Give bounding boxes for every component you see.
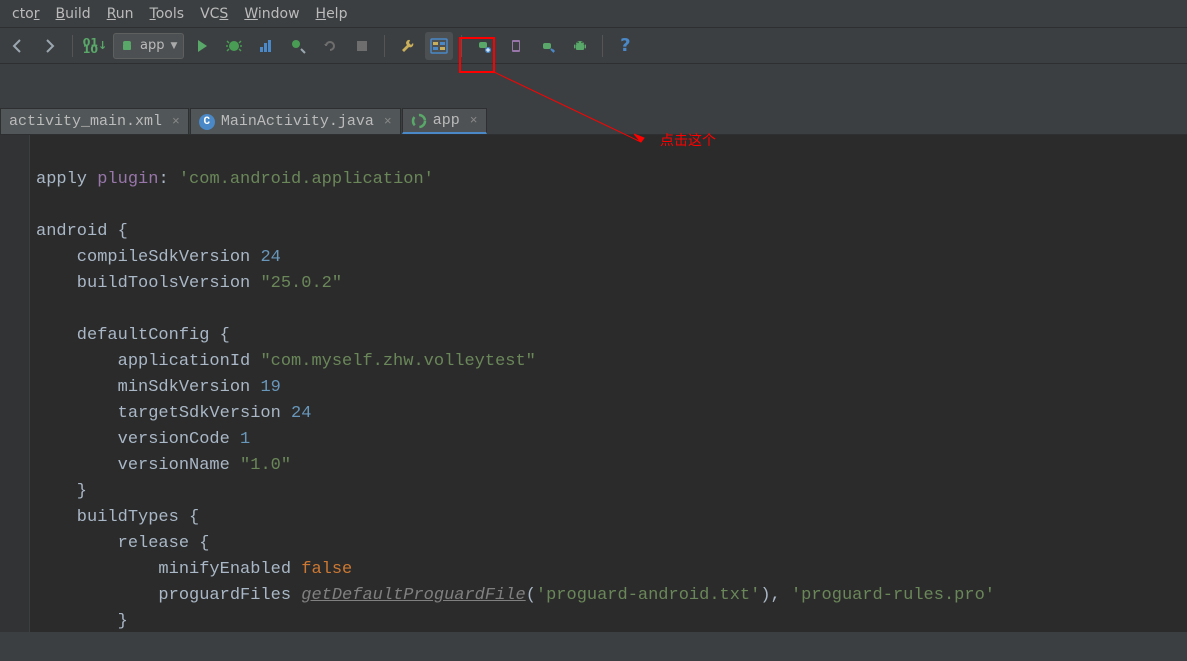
close-icon[interactable]: × bbox=[172, 114, 180, 129]
menu-help[interactable]: Help bbox=[308, 3, 356, 25]
menu-vcs[interactable]: VCS bbox=[192, 3, 236, 25]
forward-button[interactable] bbox=[36, 32, 64, 60]
rerun-button[interactable] bbox=[316, 32, 344, 60]
menu-bar: ctor Build Run Tools VCS Window Help bbox=[0, 0, 1187, 28]
close-icon[interactable]: × bbox=[470, 113, 478, 128]
editor-tabs: activity_main.xml × C MainActivity.java … bbox=[0, 107, 1187, 135]
menu-tools[interactable]: Tools bbox=[142, 3, 193, 25]
sdk-manager-button[interactable] bbox=[534, 32, 562, 60]
android-icon bbox=[120, 39, 134, 53]
gutter bbox=[0, 135, 30, 632]
help-button[interactable]: ? bbox=[611, 32, 639, 60]
run-config-label: app bbox=[140, 38, 164, 53]
separator bbox=[72, 35, 73, 57]
spacer bbox=[0, 64, 1187, 107]
run-config-select[interactable]: app ▼ bbox=[113, 33, 184, 59]
wrench-icon[interactable] bbox=[393, 32, 421, 60]
debug-button[interactable] bbox=[220, 32, 248, 60]
tab-label: app bbox=[433, 112, 460, 129]
run-button[interactable] bbox=[188, 32, 216, 60]
code-editor[interactable]: apply plugin: 'com.android.application' … bbox=[0, 135, 1187, 632]
attach-debugger-button[interactable] bbox=[284, 32, 312, 60]
menu-build[interactable]: Build bbox=[48, 3, 99, 25]
code-content: apply plugin: 'com.android.application' … bbox=[30, 135, 995, 632]
menu-refactor[interactable]: ctor bbox=[4, 3, 48, 25]
gradle-icon bbox=[411, 113, 427, 129]
menu-run[interactable]: Run bbox=[99, 3, 142, 25]
tab-app-gradle[interactable]: app × bbox=[402, 108, 487, 134]
annotation-label: 点击这个 bbox=[660, 130, 716, 150]
avd-manager-button[interactable] bbox=[470, 32, 498, 60]
profile-button[interactable] bbox=[252, 32, 280, 60]
device-button[interactable] bbox=[502, 32, 530, 60]
separator bbox=[384, 35, 385, 57]
tab-mainactivity[interactable]: C MainActivity.java × bbox=[190, 108, 401, 134]
close-icon[interactable]: × bbox=[384, 114, 392, 129]
dropdown-icon: ▼ bbox=[170, 41, 177, 51]
tab-activity-main[interactable]: activity_main.xml × bbox=[0, 108, 189, 134]
android-robot-icon[interactable] bbox=[566, 32, 594, 60]
java-class-icon: C bbox=[199, 114, 215, 130]
tab-label: MainActivity.java bbox=[221, 113, 374, 130]
stop-button[interactable] bbox=[348, 32, 376, 60]
toolbar: 0110↓ app ▼ ? bbox=[0, 28, 1187, 64]
make-project-button[interactable]: 0110↓ bbox=[81, 32, 109, 60]
back-button[interactable] bbox=[4, 32, 32, 60]
tab-label: activity_main.xml bbox=[9, 113, 162, 130]
menu-window[interactable]: Window bbox=[236, 3, 307, 25]
separator bbox=[461, 35, 462, 57]
separator bbox=[602, 35, 603, 57]
sync-gradle-button[interactable] bbox=[425, 32, 453, 60]
